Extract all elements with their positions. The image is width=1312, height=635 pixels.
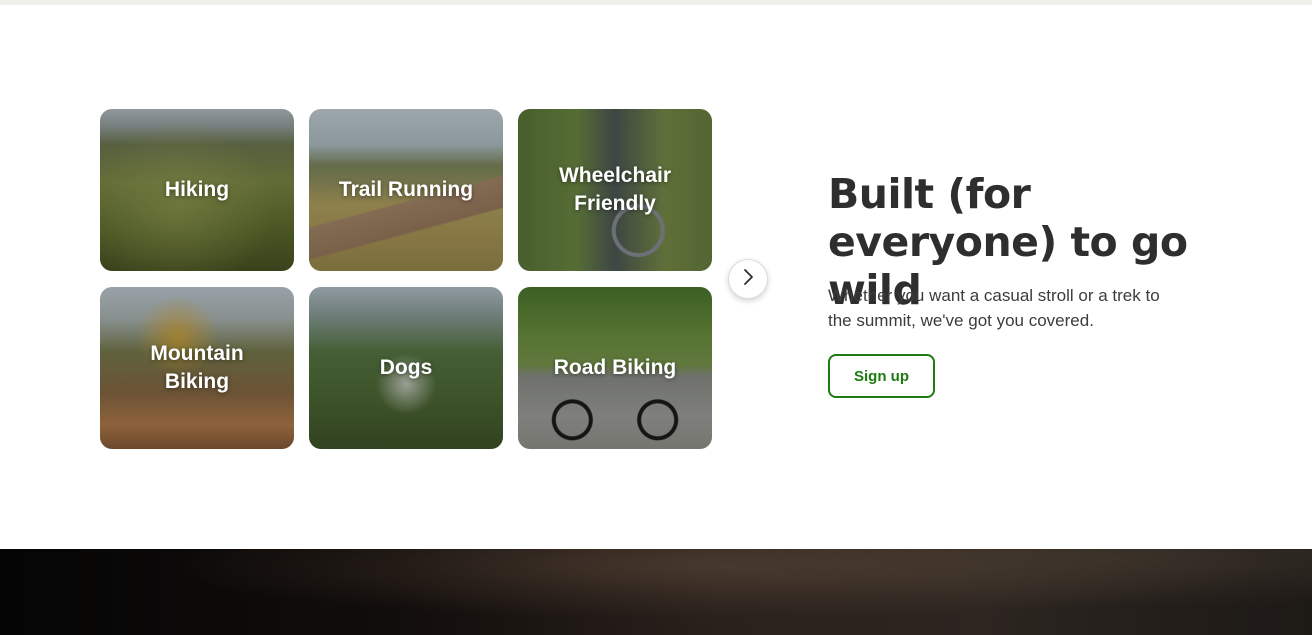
activity-card-wheelchair-friendly[interactable]: Wheelchair Friendly (518, 109, 712, 271)
activity-label: Dogs (379, 356, 433, 379)
chevron-right-icon (741, 268, 755, 291)
activity-card-hiking[interactable]: Hiking (100, 109, 294, 271)
activity-card-trail-running[interactable]: Trail Running (309, 109, 503, 271)
activity-label: Hiking (164, 178, 230, 201)
activity-grid: Hiking Trail Running Wheelchair Friendly… (100, 109, 712, 449)
carousel-next-button[interactable] (728, 259, 768, 299)
activity-card-road-biking[interactable]: Road Biking (518, 287, 712, 449)
activity-label: Road Biking (553, 356, 677, 379)
activity-label: Wheelchair Friendly (558, 164, 672, 215)
top-divider-strip (0, 0, 1312, 5)
sign-up-button[interactable]: Sign up (828, 354, 935, 398)
activity-label: Trail Running (338, 178, 474, 201)
activity-label: Mountain Biking (150, 342, 244, 393)
activity-card-dogs[interactable]: Dogs (309, 287, 503, 449)
activity-card-mountain-biking[interactable]: Mountain Biking (100, 287, 294, 449)
promo-subtext: Whether you want a casual stroll or a tr… (828, 286, 1160, 330)
forest-hero-band (0, 549, 1312, 635)
